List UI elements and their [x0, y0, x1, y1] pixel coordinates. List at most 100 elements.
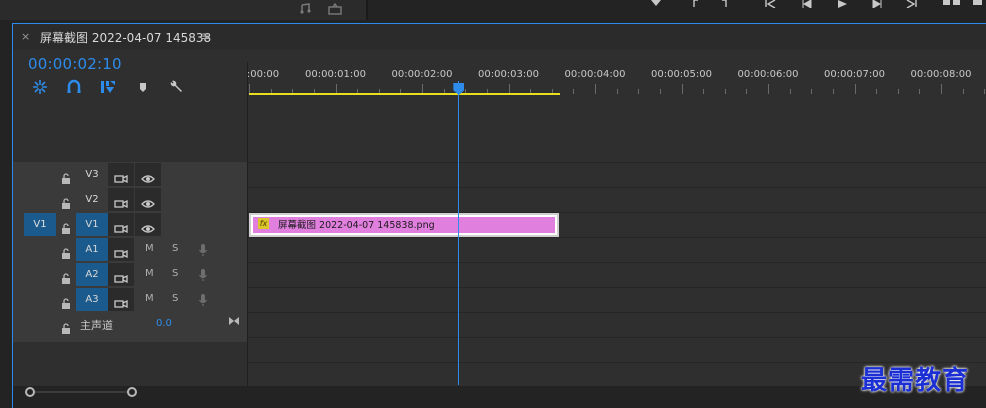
- ruler-label: :00:00: [246, 69, 280, 80]
- fx-badge-icon: fx: [258, 218, 269, 229]
- track-lane-separator: [248, 287, 986, 288]
- ruler-label: 00:00:05:00: [650, 69, 713, 80]
- mute-button[interactable]: M: [145, 243, 154, 254]
- track-lock-icon[interactable]: [61, 319, 71, 334]
- wrench-icon[interactable]: [168, 79, 184, 95]
- track-lanes[interactable]: [248, 96, 986, 386]
- track-header-v3[interactable]: V3: [13, 162, 247, 187]
- track-name-a1[interactable]: A1: [76, 238, 108, 261]
- ruler-label: 00:00:01:00: [304, 69, 367, 80]
- ruler-tick: [854, 84, 856, 94]
- ruler-tick: [659, 89, 661, 94]
- eye-icon[interactable]: [141, 219, 155, 238]
- toggle-output-icon[interactable]: [114, 244, 128, 263]
- ruler-label: 00:00:03:00: [477, 69, 540, 80]
- mute-button[interactable]: M: [145, 293, 154, 304]
- ruler-tick: [789, 89, 791, 94]
- toggle-output-icon[interactable]: [114, 219, 128, 238]
- ruler-tick: [703, 89, 705, 94]
- ruler-tick: [897, 89, 899, 94]
- voiceover-mic-icon[interactable]: [198, 242, 208, 256]
- playhead-line[interactable]: [458, 81, 460, 385]
- ruler-label: 00:00:04:00: [564, 69, 626, 80]
- track-header-a2[interactable]: A2 M S: [13, 262, 247, 287]
- go-to-out-icon[interactable]: [906, 0, 918, 8]
- master-volume-value[interactable]: 0.0: [156, 318, 172, 329]
- timeline-clip[interactable]: fx 屏幕截图 2022-04-07 145838.png: [249, 213, 560, 237]
- sequence-tab-title[interactable]: 屏幕截图 2022-04-07 145838: [40, 29, 211, 46]
- marker-icon[interactable]: [135, 79, 151, 95]
- ruler-tick: [681, 84, 683, 94]
- toggle-output-icon[interactable]: [114, 294, 128, 313]
- solo-button[interactable]: S: [172, 268, 178, 279]
- track-name-a2[interactable]: A2: [76, 263, 108, 286]
- zoom-scroll-right-handle[interactable]: [127, 387, 137, 397]
- close-tab-icon[interactable]: ×: [21, 30, 30, 43]
- track-name-v2[interactable]: V2: [76, 188, 108, 211]
- export-frame-icon[interactable]: [327, 3, 343, 15]
- go-to-end-icon[interactable]: [228, 316, 240, 329]
- snap-icon[interactable]: [32, 79, 48, 95]
- ruler-tick: [811, 89, 813, 94]
- track-lane-separator: [248, 237, 986, 238]
- track-header-master[interactable]: 主声道 0.0: [13, 312, 247, 337]
- audio-note-icon[interactable]: [300, 3, 314, 15]
- play-icon[interactable]: [836, 0, 848, 8]
- zoom-scroll-left-handle[interactable]: [25, 387, 35, 397]
- mute-button[interactable]: M: [145, 268, 154, 279]
- track-lock-icon[interactable]: [61, 294, 71, 309]
- ruler-tick: [746, 89, 748, 94]
- ruler-tick: [638, 89, 640, 94]
- eye-icon[interactable]: [141, 169, 155, 188]
- track-header-a1[interactable]: A1 M S: [13, 237, 247, 262]
- track-headers: V3 V2 V1 V1 A1 M S A2 M S A3 M S 主声道 0.0: [13, 162, 247, 342]
- toggle-output-icon[interactable]: [114, 269, 128, 288]
- playhead-timecode[interactable]: 00:00:02:10: [28, 55, 122, 73]
- ruler-tick: [962, 89, 964, 94]
- panel-menu-icon[interactable]: ≡: [201, 29, 211, 43]
- track-lane-separator: [248, 312, 986, 313]
- insert-icon[interactable]: [942, 0, 962, 8]
- track-name-v1[interactable]: V1: [76, 213, 108, 236]
- ruler-tick: [595, 84, 596, 94]
- linked-selection-icon[interactable]: [66, 79, 82, 95]
- out-point-icon[interactable]: [722, 0, 730, 8]
- ruler-tick: [876, 89, 878, 94]
- ruler-tick: [573, 89, 575, 94]
- track-lock-icon[interactable]: [61, 219, 71, 234]
- track-lane-separator: [248, 187, 986, 188]
- timeline-panel: × 屏幕截图 2022-04-07 145838 ≡ 00:00:02:10 :…: [12, 23, 986, 408]
- track-lock-icon[interactable]: [61, 269, 71, 284]
- timeline-tab-bar: × 屏幕截图 2022-04-07 145838 ≡: [13, 24, 986, 50]
- go-to-in-icon[interactable]: [764, 0, 776, 8]
- ruler-tick: [919, 89, 921, 94]
- ruler-label: 00:00:02:00: [391, 69, 453, 80]
- track-lock-icon[interactable]: [61, 194, 71, 209]
- track-header-v1[interactable]: V1 V1: [13, 212, 247, 237]
- step-back-icon[interactable]: [800, 0, 812, 8]
- track-header-v2[interactable]: V2: [13, 187, 247, 212]
- time-ruler[interactable]: :00:00 00:00:01:00 00:00:02:00 00:00:03:00 0…: [246, 62, 986, 96]
- timeline-zoom-scroll[interactable]: [13, 386, 986, 408]
- lift-icon[interactable]: [972, 0, 984, 8]
- zoom-scroll-track[interactable]: [30, 391, 133, 393]
- track-header-a3[interactable]: A3 M S: [13, 287, 247, 312]
- toggle-output-icon[interactable]: [114, 194, 128, 213]
- marker-icon[interactable]: [650, 0, 662, 8]
- source-target-v1[interactable]: V1: [24, 213, 56, 236]
- solo-button[interactable]: S: [172, 293, 178, 304]
- clip-name: 屏幕截图 2022-04-07 145838.png: [278, 220, 435, 231]
- work-area-bar[interactable]: [249, 93, 561, 95]
- toggle-output-icon[interactable]: [114, 169, 128, 188]
- track-lock-icon[interactable]: [61, 169, 71, 184]
- track-lock-icon[interactable]: [61, 244, 71, 259]
- eye-icon[interactable]: [141, 194, 155, 213]
- solo-button[interactable]: S: [172, 243, 178, 254]
- track-name-a3[interactable]: A3: [76, 288, 108, 311]
- voiceover-mic-icon[interactable]: [198, 292, 208, 306]
- track-name-v3[interactable]: V3: [76, 163, 108, 186]
- voiceover-mic-icon[interactable]: [198, 267, 208, 281]
- in-point-icon[interactable]: [690, 0, 698, 8]
- add-marker-icon[interactable]: [100, 79, 116, 95]
- step-forward-icon[interactable]: [872, 0, 884, 8]
